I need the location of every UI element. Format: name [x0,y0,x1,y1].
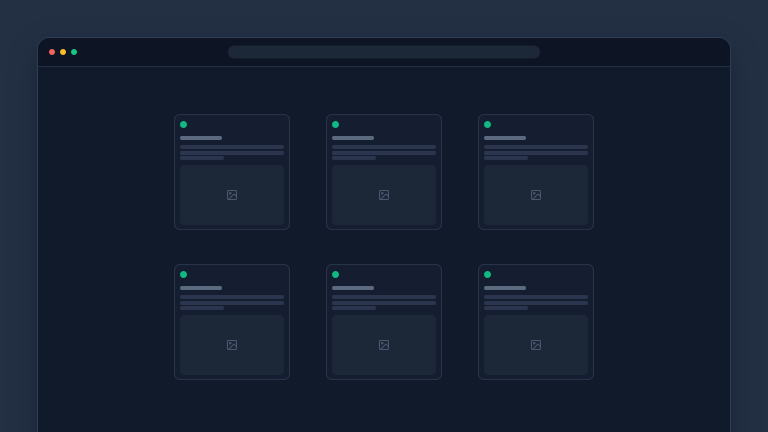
skeleton-text-line [332,151,436,155]
skeleton-card[interactable] [478,264,594,380]
status-dot [332,271,339,278]
skeleton-card[interactable] [478,114,594,230]
skeleton-text-line [332,301,436,305]
image-icon [378,339,390,351]
close-window-button[interactable] [49,49,55,55]
image-placeholder [332,165,436,225]
image-icon [226,189,238,201]
page-content [38,114,730,432]
image-placeholder [180,315,284,375]
skeleton-card[interactable] [174,264,290,380]
minimize-window-button[interactable] [60,49,66,55]
image-icon [530,189,542,201]
skeleton-text-line [180,145,284,149]
skeleton-text-line [180,301,284,305]
skeleton-text-line-short [180,306,224,310]
skeleton-title-bar [332,136,374,140]
zoom-window-button[interactable] [71,49,77,55]
skeleton-title-bar [484,286,526,290]
image-placeholder [180,165,284,225]
image-icon [378,189,390,201]
status-dot [180,121,187,128]
image-placeholder [484,315,588,375]
skeleton-title-bar [180,286,222,290]
skeleton-text-line [484,151,588,155]
skeleton-card[interactable] [326,114,442,230]
skeleton-text-line-short [332,306,376,310]
skeleton-text-line [180,151,284,155]
skeleton-text-line [484,295,588,299]
address-bar[interactable] [228,46,540,59]
skeleton-title-bar [332,286,374,290]
skeleton-text-line-short [332,156,376,160]
skeleton-text-line-short [180,156,224,160]
browser-titlebar [38,38,730,67]
skeleton-text-line [484,145,588,149]
card-grid [174,114,594,380]
skeleton-title-bar [180,136,222,140]
skeleton-text-line [180,295,284,299]
image-icon [530,339,542,351]
image-placeholder [332,315,436,375]
status-dot [484,271,491,278]
skeleton-text-line-short [484,156,528,160]
browser-window [37,37,731,432]
skeleton-title-bar [484,136,526,140]
image-icon [226,339,238,351]
status-dot [180,271,187,278]
status-dot [332,121,339,128]
skeleton-text-line [332,145,436,149]
desktop-background [0,0,768,432]
skeleton-card[interactable] [326,264,442,380]
skeleton-card[interactable] [174,114,290,230]
status-dot [484,121,491,128]
skeleton-text-line [484,301,588,305]
skeleton-text-line-short [484,306,528,310]
skeleton-text-line [332,295,436,299]
image-placeholder [484,165,588,225]
window-controls [49,38,77,66]
